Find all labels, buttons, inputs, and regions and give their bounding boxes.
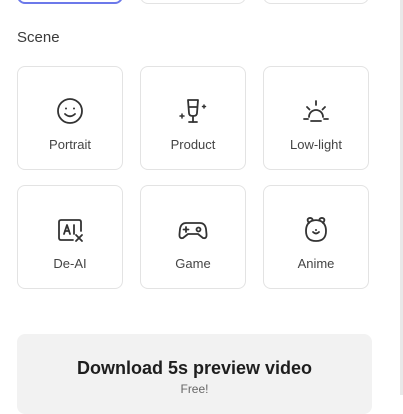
scene-option-label: Product — [170, 137, 216, 152]
scene-option-game[interactable]: Game — [140, 185, 246, 289]
gamepad-icon — [177, 214, 209, 246]
scene-option-label: Anime — [297, 256, 335, 271]
previous-option-card-selected[interactable] — [17, 0, 123, 4]
download-button-subtitle: Free! — [180, 382, 209, 396]
bear-face-icon — [300, 214, 332, 246]
download-preview-button[interactable]: Download 5s preview video Free! — [17, 334, 372, 414]
scene-option-low-light[interactable]: Low-light — [263, 66, 369, 170]
scene-option-label: Portrait — [49, 137, 91, 152]
sunrise-icon — [300, 95, 332, 127]
previous-option-card[interactable] — [263, 0, 369, 4]
ai-remove-icon — [54, 214, 86, 246]
scene-option-label: Game — [175, 256, 211, 271]
previous-option-row — [17, 0, 371, 4]
scene-option-de-ai[interactable]: De-AI — [17, 185, 123, 289]
scene-option-product[interactable]: Product — [140, 66, 246, 170]
product-sparkle-icon — [177, 95, 209, 127]
previous-option-card[interactable] — [140, 0, 246, 4]
download-button-title: Download 5s preview video — [76, 358, 313, 378]
smile-face-icon — [54, 95, 86, 127]
scene-option-label: De-AI — [53, 256, 87, 271]
scene-option-anime[interactable]: Anime — [263, 185, 369, 289]
scene-option-label: Low-light — [289, 137, 343, 152]
scene-section-label: Scene — [17, 29, 60, 46]
scene-option-portrait[interactable]: Portrait — [17, 66, 123, 170]
